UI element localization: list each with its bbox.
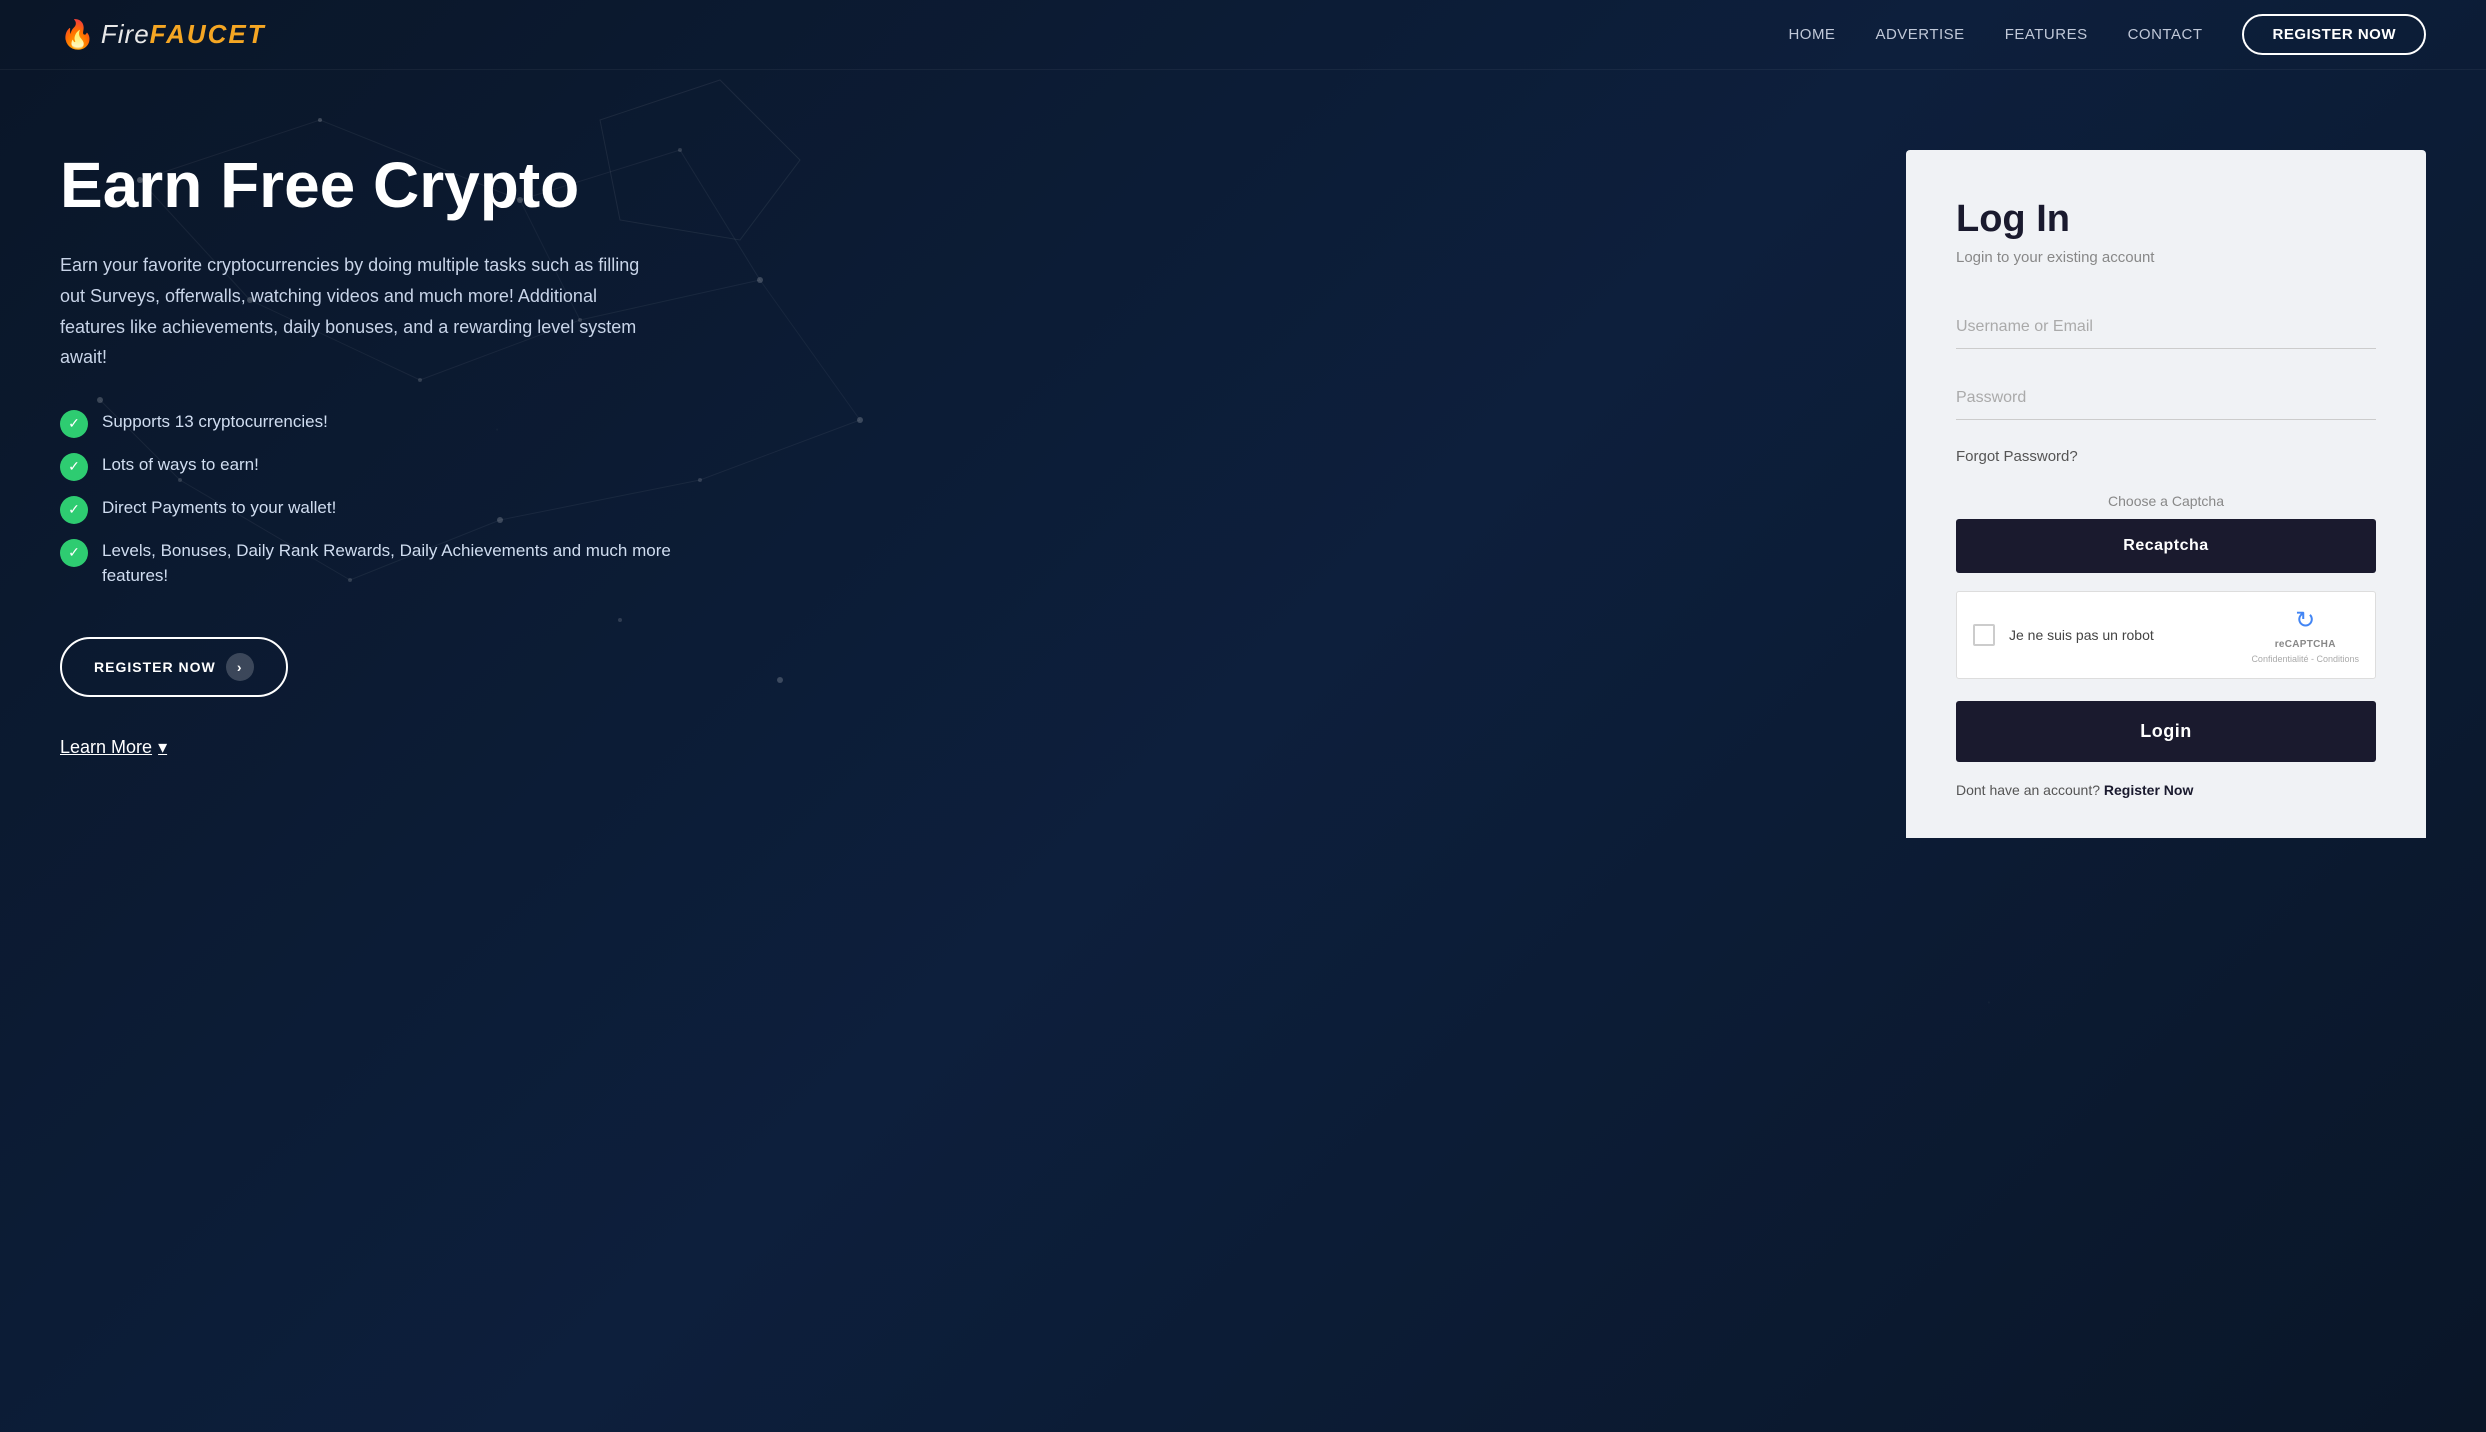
- login-title: Log In: [1956, 198, 2376, 241]
- feature-text-2: Lots of ways to earn!: [102, 452, 259, 478]
- check-icon-1: ✓: [60, 410, 88, 438]
- main-nav: HOME ADVERTISE FEATURES CONTACT REGISTER…: [1788, 14, 2426, 55]
- check-icon-2: ✓: [60, 453, 88, 481]
- check-icon-3: ✓: [60, 496, 88, 524]
- feature-text-1: Supports 13 cryptocurrencies!: [102, 409, 328, 435]
- learn-more-label: Learn More: [60, 737, 152, 758]
- recaptcha-button[interactable]: Recaptcha: [1956, 519, 2376, 573]
- captcha-left: Je ne suis pas un robot: [1973, 624, 2154, 646]
- captcha-right: ↻ reCAPTCHA Confidentialité - Conditions: [2251, 606, 2359, 664]
- list-item: ✓ Levels, Bonuses, Daily Rank Rewards, D…: [60, 538, 700, 589]
- nav-home[interactable]: HOME: [1788, 26, 1835, 43]
- list-item: ✓ Supports 13 cryptocurrencies!: [60, 409, 700, 438]
- logo-text: FireFAUCET: [101, 19, 266, 50]
- login-button[interactable]: Login: [1956, 701, 2376, 762]
- hero-section: Earn Free Crypto Earn your favorite cryp…: [60, 150, 740, 758]
- chevron-down-icon: ▾: [158, 737, 167, 758]
- main-content: Earn Free Crypto Earn your favorite cryp…: [0, 70, 2486, 898]
- recaptcha-brand: reCAPTCHA: [2275, 639, 2336, 650]
- logo[interactable]: 🔥 FireFAUCET: [60, 18, 266, 51]
- captcha-widget: Je ne suis pas un robot ↻ reCAPTCHA Conf…: [1956, 591, 2376, 679]
- recaptcha-logo-icon: ↻: [2295, 606, 2315, 635]
- arrow-right-icon: ›: [226, 653, 254, 681]
- hero-title: Earn Free Crypto: [60, 150, 700, 220]
- logo-faucet-text: FAUCET: [150, 19, 266, 49]
- captcha-text: Je ne suis pas un robot: [2009, 627, 2154, 643]
- feature-text-4: Levels, Bonuses, Daily Rank Rewards, Dai…: [102, 538, 700, 589]
- header: 🔥 FireFAUCET HOME ADVERTISE FEATURES CON…: [0, 0, 2486, 70]
- check-icon-4: ✓: [60, 539, 88, 567]
- register-hero-label: REGISTER NOW: [94, 659, 216, 675]
- username-email-input[interactable]: [1956, 306, 2376, 349]
- no-account-text: Dont have an account?: [1956, 782, 2100, 798]
- captcha-checkbox[interactable]: [1973, 624, 1995, 646]
- hero-description: Earn your favorite cryptocurrencies by d…: [60, 250, 640, 372]
- feature-text-3: Direct Payments to your wallet!: [102, 495, 336, 521]
- logo-fire-text: Fire: [101, 19, 150, 49]
- register-hero-button[interactable]: REGISTER NOW ›: [60, 637, 288, 697]
- nav-features[interactable]: FEATURES: [2005, 26, 2088, 43]
- login-subtitle: Login to your existing account: [1956, 249, 2376, 266]
- list-item: ✓ Lots of ways to earn!: [60, 452, 700, 481]
- learn-more-link[interactable]: Learn More ▾: [60, 737, 167, 758]
- nav-contact[interactable]: CONTACT: [2128, 26, 2203, 43]
- recaptcha-sub: Confidentialité - Conditions: [2251, 654, 2359, 664]
- logo-flame-icon: 🔥: [60, 18, 95, 51]
- forgot-password-link[interactable]: Forgot Password?: [1956, 448, 2376, 465]
- register-now-link[interactable]: Register Now: [2104, 782, 2193, 798]
- list-item: ✓ Direct Payments to your wallet!: [60, 495, 700, 524]
- login-panel: Log In Login to your existing account Fo…: [1906, 150, 2426, 838]
- nav-advertise[interactable]: ADVERTISE: [1875, 26, 1964, 43]
- password-input[interactable]: [1956, 377, 2376, 420]
- register-nav-button[interactable]: REGISTER NOW: [2242, 14, 2426, 55]
- features-list: ✓ Supports 13 cryptocurrencies! ✓ Lots o…: [60, 409, 700, 589]
- register-link-text: Dont have an account? Register Now: [1956, 782, 2376, 798]
- captcha-label: Choose a Captcha: [1956, 493, 2376, 509]
